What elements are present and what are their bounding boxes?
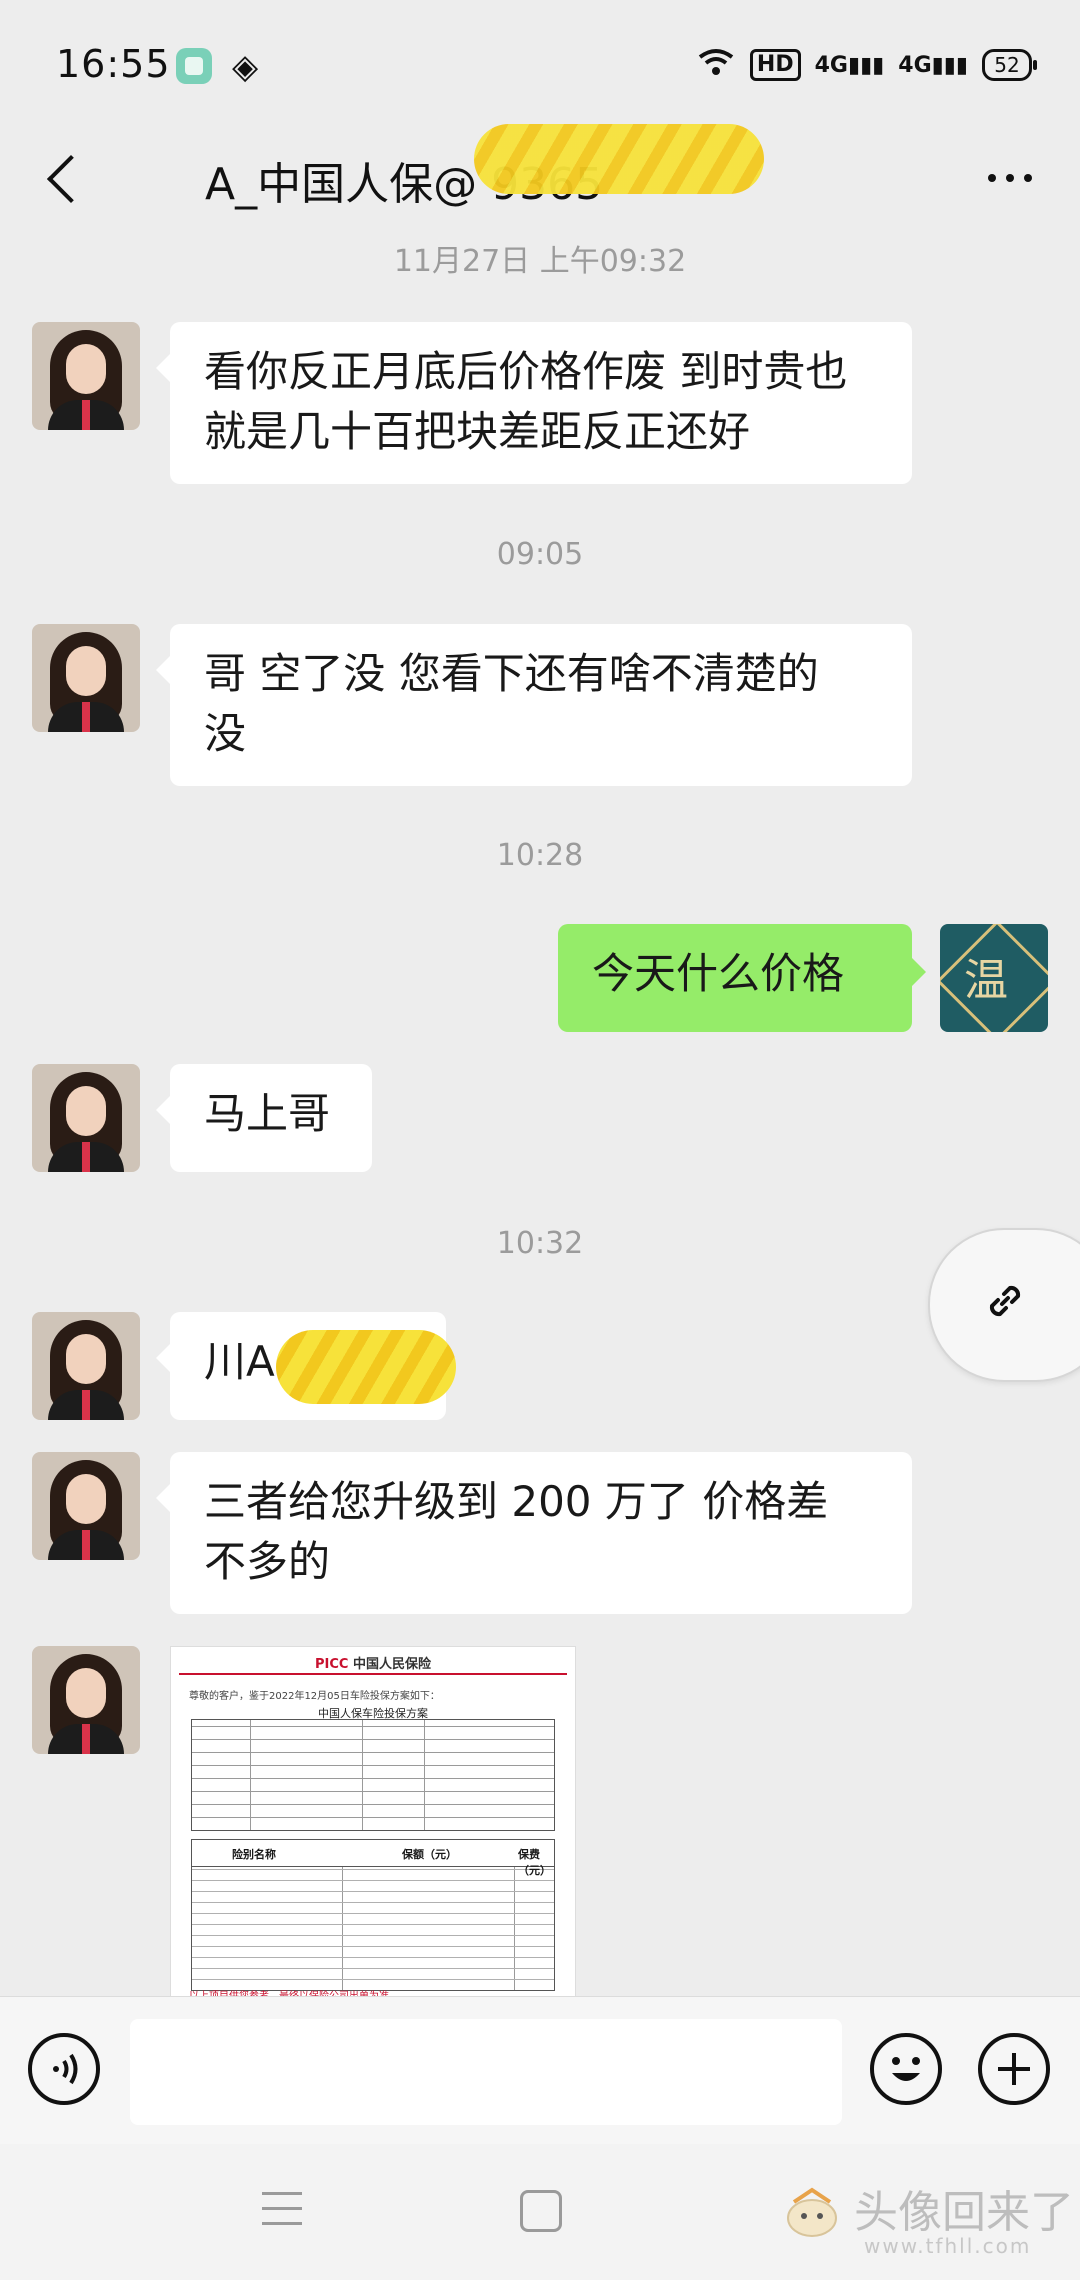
watermark-logo-icon bbox=[787, 2187, 837, 2237]
system-nav-bar: 头像回来了 www.tfhll.com bbox=[0, 2144, 1080, 2280]
watermark-text: 头像回来了 bbox=[854, 2187, 1074, 2238]
message-bubble[interactable]: 哥 空了没 您看下还有啥不清楚的 没 bbox=[156, 624, 912, 786]
app-notification-icon bbox=[176, 48, 212, 84]
timestamp: 09:05 bbox=[496, 537, 584, 572]
status-indicators: HD 4G▮▮▮ 4G▮▮▮ 52 bbox=[696, 44, 1037, 86]
emoji-button[interactable] bbox=[870, 2033, 942, 2105]
message-line: 三者给您升级到 200 万了 价格差 bbox=[204, 1477, 829, 1526]
message-line: 没 bbox=[204, 709, 247, 758]
home-button[interactable] bbox=[520, 2190, 562, 2232]
message-bubble[interactable]: 看你反正月底后价格作废 到时贵也 就是几十百把块差距反正还好 bbox=[156, 322, 912, 484]
doc-table-header: 险别名称 保额（元） 保费（元） bbox=[192, 1840, 554, 1877]
hd-voice-badge: HD bbox=[749, 49, 801, 81]
signal-4g-icon: 4G▮▮▮ bbox=[814, 52, 885, 78]
battery-icon: 52 bbox=[982, 49, 1037, 81]
voice-input-button[interactable] bbox=[28, 2033, 100, 2105]
censor-overlay bbox=[474, 124, 764, 194]
recent-apps-button[interactable] bbox=[262, 2192, 302, 2228]
message-bubble[interactable]: 马上哥 bbox=[156, 1064, 372, 1172]
signal-4g-icon-2: 4G▮▮▮ bbox=[898, 52, 968, 78]
message-bubble-sent[interactable]: 今天什么价格 bbox=[558, 924, 926, 1032]
floating-link-button[interactable] bbox=[928, 1228, 1080, 1382]
link-icon bbox=[989, 1285, 1021, 1317]
contact-avatar[interactable] bbox=[32, 322, 140, 430]
timestamp: 10:32 bbox=[496, 1226, 584, 1261]
message-line: 就是几十百把块差距反正还好 bbox=[204, 407, 751, 456]
message-line: 马上哥 bbox=[204, 1089, 331, 1138]
message-bubble[interactable]: 三者给您升级到 200 万了 价格差 不多的 bbox=[156, 1452, 912, 1614]
contact-avatar[interactable] bbox=[32, 1064, 140, 1172]
message-line: 不多的 bbox=[204, 1537, 331, 1586]
watermark-url: www.tfhll.com bbox=[864, 2234, 1032, 2258]
chat-input-bar bbox=[0, 1996, 1080, 2145]
more-button[interactable] bbox=[970, 148, 1050, 208]
doc-divider bbox=[179, 1673, 567, 1675]
doc-info-table bbox=[191, 1719, 555, 1831]
timestamp: 11月27日 上午09:32 bbox=[393, 244, 687, 279]
more-dots-icon bbox=[988, 174, 996, 182]
my-avatar[interactable]: 温 bbox=[940, 924, 1048, 1032]
contact-avatar[interactable] bbox=[32, 1452, 140, 1560]
contact-avatar[interactable] bbox=[32, 624, 140, 732]
layers-icon: ◈ bbox=[232, 47, 259, 87]
voice-icon bbox=[53, 2053, 78, 2085]
image-message[interactable]: PICC 中国人民保险 尊敬的客户，鉴于2022年12月05日车险投保方案如下：… bbox=[170, 1646, 576, 1998]
back-button[interactable] bbox=[28, 138, 108, 218]
watermark: 头像回来了 www.tfhll.com bbox=[780, 2172, 1074, 2262]
doc-premium-table: 险别名称 保额（元） 保费（元） bbox=[191, 1839, 555, 1991]
message-input[interactable] bbox=[130, 2019, 842, 2125]
wifi-icon bbox=[696, 47, 736, 83]
status-bar: 16:55 ◈ HD 4G▮▮▮ 4G▮▮▮ 52 bbox=[0, 0, 1080, 130]
more-actions-button[interactable] bbox=[978, 2033, 1050, 2105]
contact-avatar[interactable] bbox=[32, 1312, 140, 1420]
message-line: 今天什么价格 bbox=[592, 949, 845, 998]
message-line: 哥 空了没 您看下还有啥不清楚的 bbox=[204, 649, 819, 698]
message-line: 看你反正月底后价格作废 到时贵也 bbox=[204, 347, 848, 396]
timestamp: 10:28 bbox=[496, 838, 584, 873]
doc-intro: 尊敬的客户，鉴于2022年12月05日车险投保方案如下： bbox=[189, 1691, 440, 1702]
contact-avatar[interactable] bbox=[32, 1646, 140, 1754]
status-time: 16:55 bbox=[56, 42, 171, 86]
emoji-icon bbox=[892, 2057, 920, 2081]
censor-overlay bbox=[276, 1330, 456, 1404]
doc-header: PICC 中国人民保险 bbox=[315, 1657, 431, 1672]
